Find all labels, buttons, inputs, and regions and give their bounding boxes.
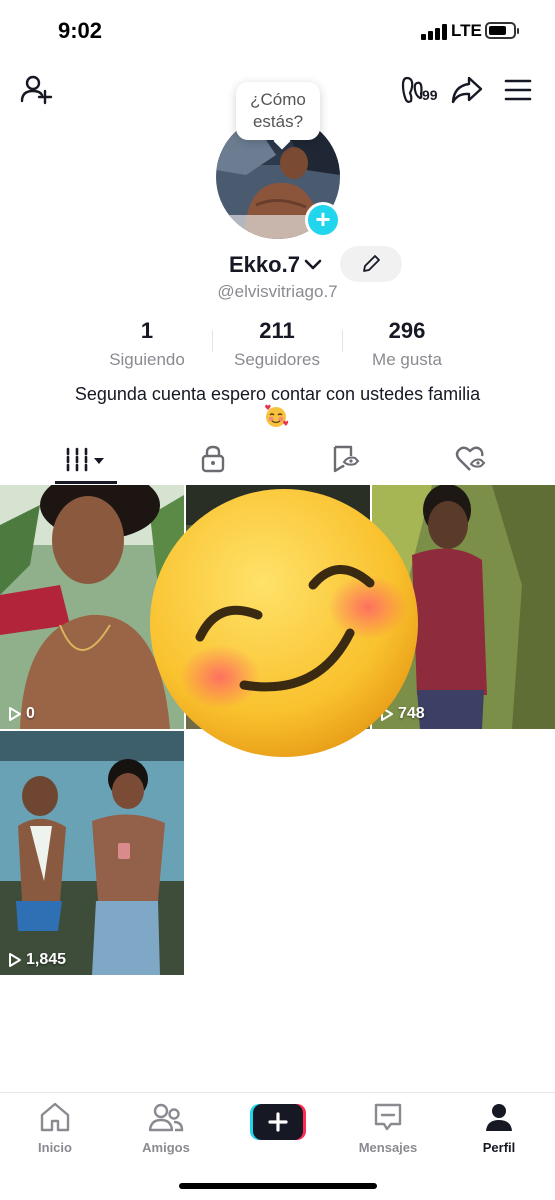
footprint-count: 99 bbox=[422, 87, 438, 103]
nav-profile-label: Perfil bbox=[482, 1140, 516, 1155]
tab-private[interactable] bbox=[144, 440, 282, 484]
edit-profile-button[interactable] bbox=[340, 246, 402, 282]
display-name-row[interactable]: Ekko.7 bbox=[229, 250, 324, 280]
network-label: LTE bbox=[451, 21, 482, 40]
pencil-icon bbox=[363, 255, 380, 272]
footprint-icon[interactable]: 99 bbox=[401, 75, 443, 105]
nav-profile[interactable]: Perfil bbox=[449, 1101, 549, 1155]
tab-videos[interactable] bbox=[17, 440, 155, 484]
menu-icon[interactable] bbox=[504, 78, 532, 102]
status-bar: 9:02 LTE bbox=[0, 0, 555, 62]
person-plus-icon[interactable] bbox=[20, 73, 54, 107]
nav-messages[interactable]: Mensajes bbox=[338, 1101, 438, 1155]
nav-home[interactable]: Inicio bbox=[5, 1101, 105, 1155]
tab-reposts[interactable] bbox=[274, 440, 412, 484]
play-icon bbox=[9, 707, 21, 721]
nav-messages-label: Mensajes bbox=[358, 1140, 418, 1155]
following-label: Siguiendo bbox=[109, 350, 185, 369]
status-bubble[interactable]: ¿Cómo estás? bbox=[236, 82, 320, 140]
likes-stat[interactable]: 296 Me gusta bbox=[337, 318, 477, 370]
following-stat[interactable]: 1 Siguiendo bbox=[77, 318, 217, 370]
home-icon bbox=[40, 1102, 70, 1132]
smirking-face-emoji-icon bbox=[150, 489, 418, 757]
share-icon[interactable] bbox=[450, 74, 484, 106]
nav-home-label: Inicio bbox=[38, 1140, 72, 1155]
followers-stat[interactable]: 211 Seguidores bbox=[207, 318, 347, 370]
likes-label: Me gusta bbox=[372, 350, 442, 369]
chevron-down-icon bbox=[304, 259, 322, 270]
video-view-count: 0 bbox=[8, 705, 35, 723]
lock-icon bbox=[201, 445, 225, 473]
bubble-line-1: ¿Cómo bbox=[250, 90, 306, 109]
messages-icon bbox=[374, 1103, 402, 1131]
battery-level bbox=[489, 26, 507, 35]
create-button[interactable] bbox=[250, 1104, 306, 1140]
home-indicator bbox=[179, 1183, 377, 1189]
repost-icon bbox=[333, 445, 360, 473]
avatar-add-button[interactable]: + bbox=[305, 202, 341, 238]
tab-liked[interactable] bbox=[403, 440, 541, 484]
video-thumbnail[interactable]: 1,845 bbox=[0, 731, 184, 975]
bubble-line-2: estás? bbox=[252, 112, 304, 131]
video-views: 0 bbox=[26, 705, 35, 722]
following-count: 1 bbox=[140, 318, 154, 343]
smiling-face-with-hearts-icon bbox=[265, 404, 289, 427]
followers-count: 211 bbox=[259, 318, 295, 343]
display-name: Ekko.7 bbox=[229, 252, 300, 277]
liked-icon bbox=[455, 446, 486, 471]
followers-label: Seguidores bbox=[233, 350, 320, 369]
video-view-count: 1,845 bbox=[8, 951, 66, 969]
profile-icon bbox=[486, 1104, 512, 1131]
nav-friends-label: Amigos bbox=[142, 1140, 190, 1155]
nav-friends[interactable]: Amigos bbox=[116, 1101, 216, 1155]
likes-count: 296 bbox=[388, 318, 426, 343]
tab-active-indicator bbox=[55, 481, 117, 484]
signal-icon bbox=[421, 24, 447, 40]
battery-icon bbox=[485, 22, 519, 39]
friends-icon bbox=[148, 1103, 184, 1132]
video-thumbnail-image bbox=[0, 731, 184, 975]
username-handle: @elvisvitriago.7 bbox=[217, 282, 338, 301]
video-views: 1,845 bbox=[26, 951, 67, 968]
status-time: 9:02 bbox=[58, 18, 103, 43]
bio-text: Segunda cuenta espero contar con ustedes… bbox=[74, 384, 481, 404]
play-icon bbox=[9, 953, 21, 967]
videos-grid-icon bbox=[66, 447, 104, 473]
